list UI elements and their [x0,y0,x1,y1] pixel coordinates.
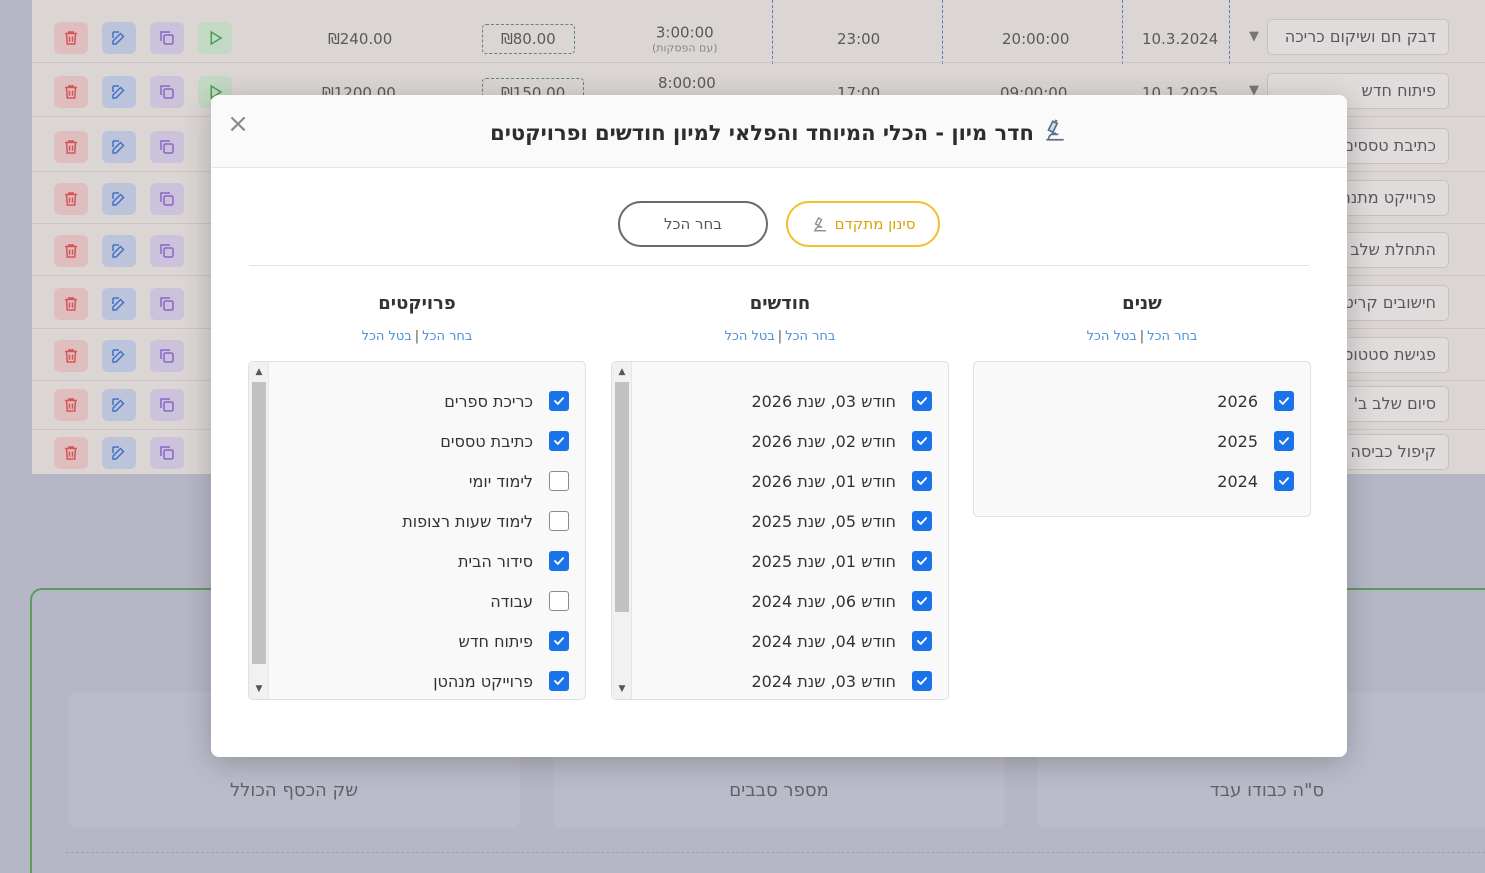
link-separator: | [777,329,783,344]
months-scrollbar[interactable]: ▲ ▼ [612,362,632,699]
years-checkbox[interactable] [1274,391,1294,411]
months-option[interactable]: חודש 02, שנת 2026 [612,421,948,461]
months-option-label: חודש 02, שנת 2026 [751,431,896,451]
months-checkbox[interactable] [912,391,932,411]
projects-option-label: פרוייקט מנהטן [433,671,533,691]
modal-header: × חדר מיון - הכלי המיוחד והפלאי למיון חו… [211,95,1347,168]
link-separator: | [414,329,420,344]
projects-option[interactable]: לימוד שעות רצופות [249,501,585,541]
months-checkbox[interactable] [912,471,932,491]
years-title: שנים [1122,293,1162,314]
months-option[interactable]: חודש 01, שנת 2025 [612,541,948,581]
months-option-label: חודש 04, שנת 2024 [751,631,896,651]
months-checkbox[interactable] [912,591,932,611]
years-select-all-link[interactable]: בחר הכל [1147,329,1197,344]
microscope-icon [813,217,826,232]
years-option-label: 2025 [1217,431,1258,451]
link-separator: | [1139,329,1145,344]
years-links: בחר הכל|בטל הכל [973,329,1311,347]
months-option-label: חודש 05, שנת 2025 [751,511,896,531]
projects-title: פרויקטים [378,293,456,314]
modal-title: חדר מיון - הכלי המיוחד והפלאי למיון חודש… [211,117,1347,148]
years-list: 2026 2025 2024 [973,361,1311,517]
months-option-label: חודש 03, שנת 2026 [751,391,896,411]
months-checkbox[interactable] [912,431,932,451]
months-option-label: חודש 01, שנת 2025 [751,551,896,571]
months-option[interactable]: חודש 05, שנת 2025 [612,501,948,541]
projects-checkbox[interactable] [549,631,569,651]
months-checkbox[interactable] [912,631,932,651]
microscope-icon [1042,117,1068,148]
projects-option-label: כתיבת טססים [440,431,533,451]
months-links: בחר הכל|בטל הכל [611,329,949,347]
months-clear-all-link[interactable]: בטל הכל [725,329,775,344]
projects-option[interactable]: כתיבת טססים [249,421,585,461]
scrollbar-thumb[interactable] [615,382,629,612]
projects-checkbox[interactable] [549,471,569,491]
years-checkbox[interactable] [1274,471,1294,491]
scrollbar-thumb[interactable] [252,382,266,664]
projects-option-label: סידור הבית [458,551,533,571]
projects-option[interactable]: כריכת ספרים [249,381,585,421]
years-option-label: 2026 [1217,391,1258,411]
advanced-filter-label: סינון מתקדם [834,215,916,233]
years-option[interactable]: 2025 [974,421,1310,461]
projects-checkbox[interactable] [549,671,569,691]
months-option[interactable]: חודש 01, שנת 2026 [612,461,948,501]
projects-option-label: לימוד שעות רצופות [402,511,533,531]
projects-clear-all-link[interactable]: בטל הכל [362,329,412,344]
months-list: ▲ ▼ חודש 03, שנת 2026 חודש 02, שנת 2026 חו… [611,361,949,700]
months-column: חודשים בחר הכל|בטל הכל ▲ ▼ חודש 03, שנת … [611,293,949,700]
years-option[interactable]: 2026 [974,381,1310,421]
months-option-label: חודש 01, שנת 2026 [751,471,896,491]
projects-column: פרויקטים בחר הכל|בטל הכל ▲ ▼ כריכת ספרים… [248,293,586,700]
scroll-down-icon[interactable]: ▼ [249,681,269,697]
years-checkbox[interactable] [1274,431,1294,451]
months-option-label: חודש 03, שנת 2024 [751,671,896,691]
months-option[interactable]: חודש 06, שנת 2024 [612,581,948,621]
months-checkbox[interactable] [912,671,932,691]
scroll-down-icon[interactable]: ▼ [612,681,632,697]
select-all-button[interactable]: בחר הכל [618,201,768,247]
years-clear-all-link[interactable]: בטל הכל [1087,329,1137,344]
projects-option-label: עבודה [490,591,533,611]
projects-checkbox[interactable] [549,391,569,411]
projects-checkbox[interactable] [549,511,569,531]
projects-option-label: לימוד יומי [468,471,533,491]
projects-list: ▲ ▼ כריכת ספרים כתיבת טססים לימוד יומי לימו… [248,361,586,700]
sort-modal: × חדר מיון - הכלי המיוחד והפלאי למיון חו… [211,95,1347,757]
modal-title-text: חדר מיון - הכלי המיוחד והפלאי למיון חודש… [490,121,1034,145]
months-checkbox[interactable] [912,511,932,531]
projects-checkbox[interactable] [549,591,569,611]
projects-option[interactable]: לימוד יומי [249,461,585,501]
projects-option[interactable]: עבודה [249,581,585,621]
months-select-all-link[interactable]: בחר הכל [785,329,835,344]
projects-scrollbar[interactable]: ▲ ▼ [249,362,269,699]
projects-option[interactable]: סידור הבית [249,541,585,581]
years-option-label: 2024 [1217,471,1258,491]
projects-select-all-link[interactable]: בחר הכל [422,329,472,344]
scroll-up-icon[interactable]: ▲ [612,364,632,380]
months-option-label: חודש 06, שנת 2024 [751,591,896,611]
projects-option-label: כריכת ספרים [444,391,533,411]
scroll-up-icon[interactable]: ▲ [249,364,269,380]
projects-option[interactable]: פיתוח חדש [249,621,585,661]
projects-option-label: פיתוח חדש [458,631,533,651]
months-title: חודשים [749,293,811,314]
projects-links: בחר הכל|בטל הכל [248,329,586,347]
months-option[interactable]: חודש 03, שנת 2024 [612,661,948,699]
projects-option[interactable]: פרוייקט מנהטן [249,661,585,699]
advanced-filter-button[interactable]: סינון מתקדם [786,201,940,247]
modal-divider [249,265,1309,266]
months-option[interactable]: חודש 03, שנת 2026 [612,381,948,421]
projects-checkbox[interactable] [549,551,569,571]
projects-checkbox[interactable] [549,431,569,451]
years-option[interactable]: 2024 [974,461,1310,501]
years-column: שנים בחר הכל|בטל הכל 2026 2025 2024 [973,293,1311,517]
months-option[interactable]: חודש 04, שנת 2024 [612,621,948,661]
months-checkbox[interactable] [912,551,932,571]
